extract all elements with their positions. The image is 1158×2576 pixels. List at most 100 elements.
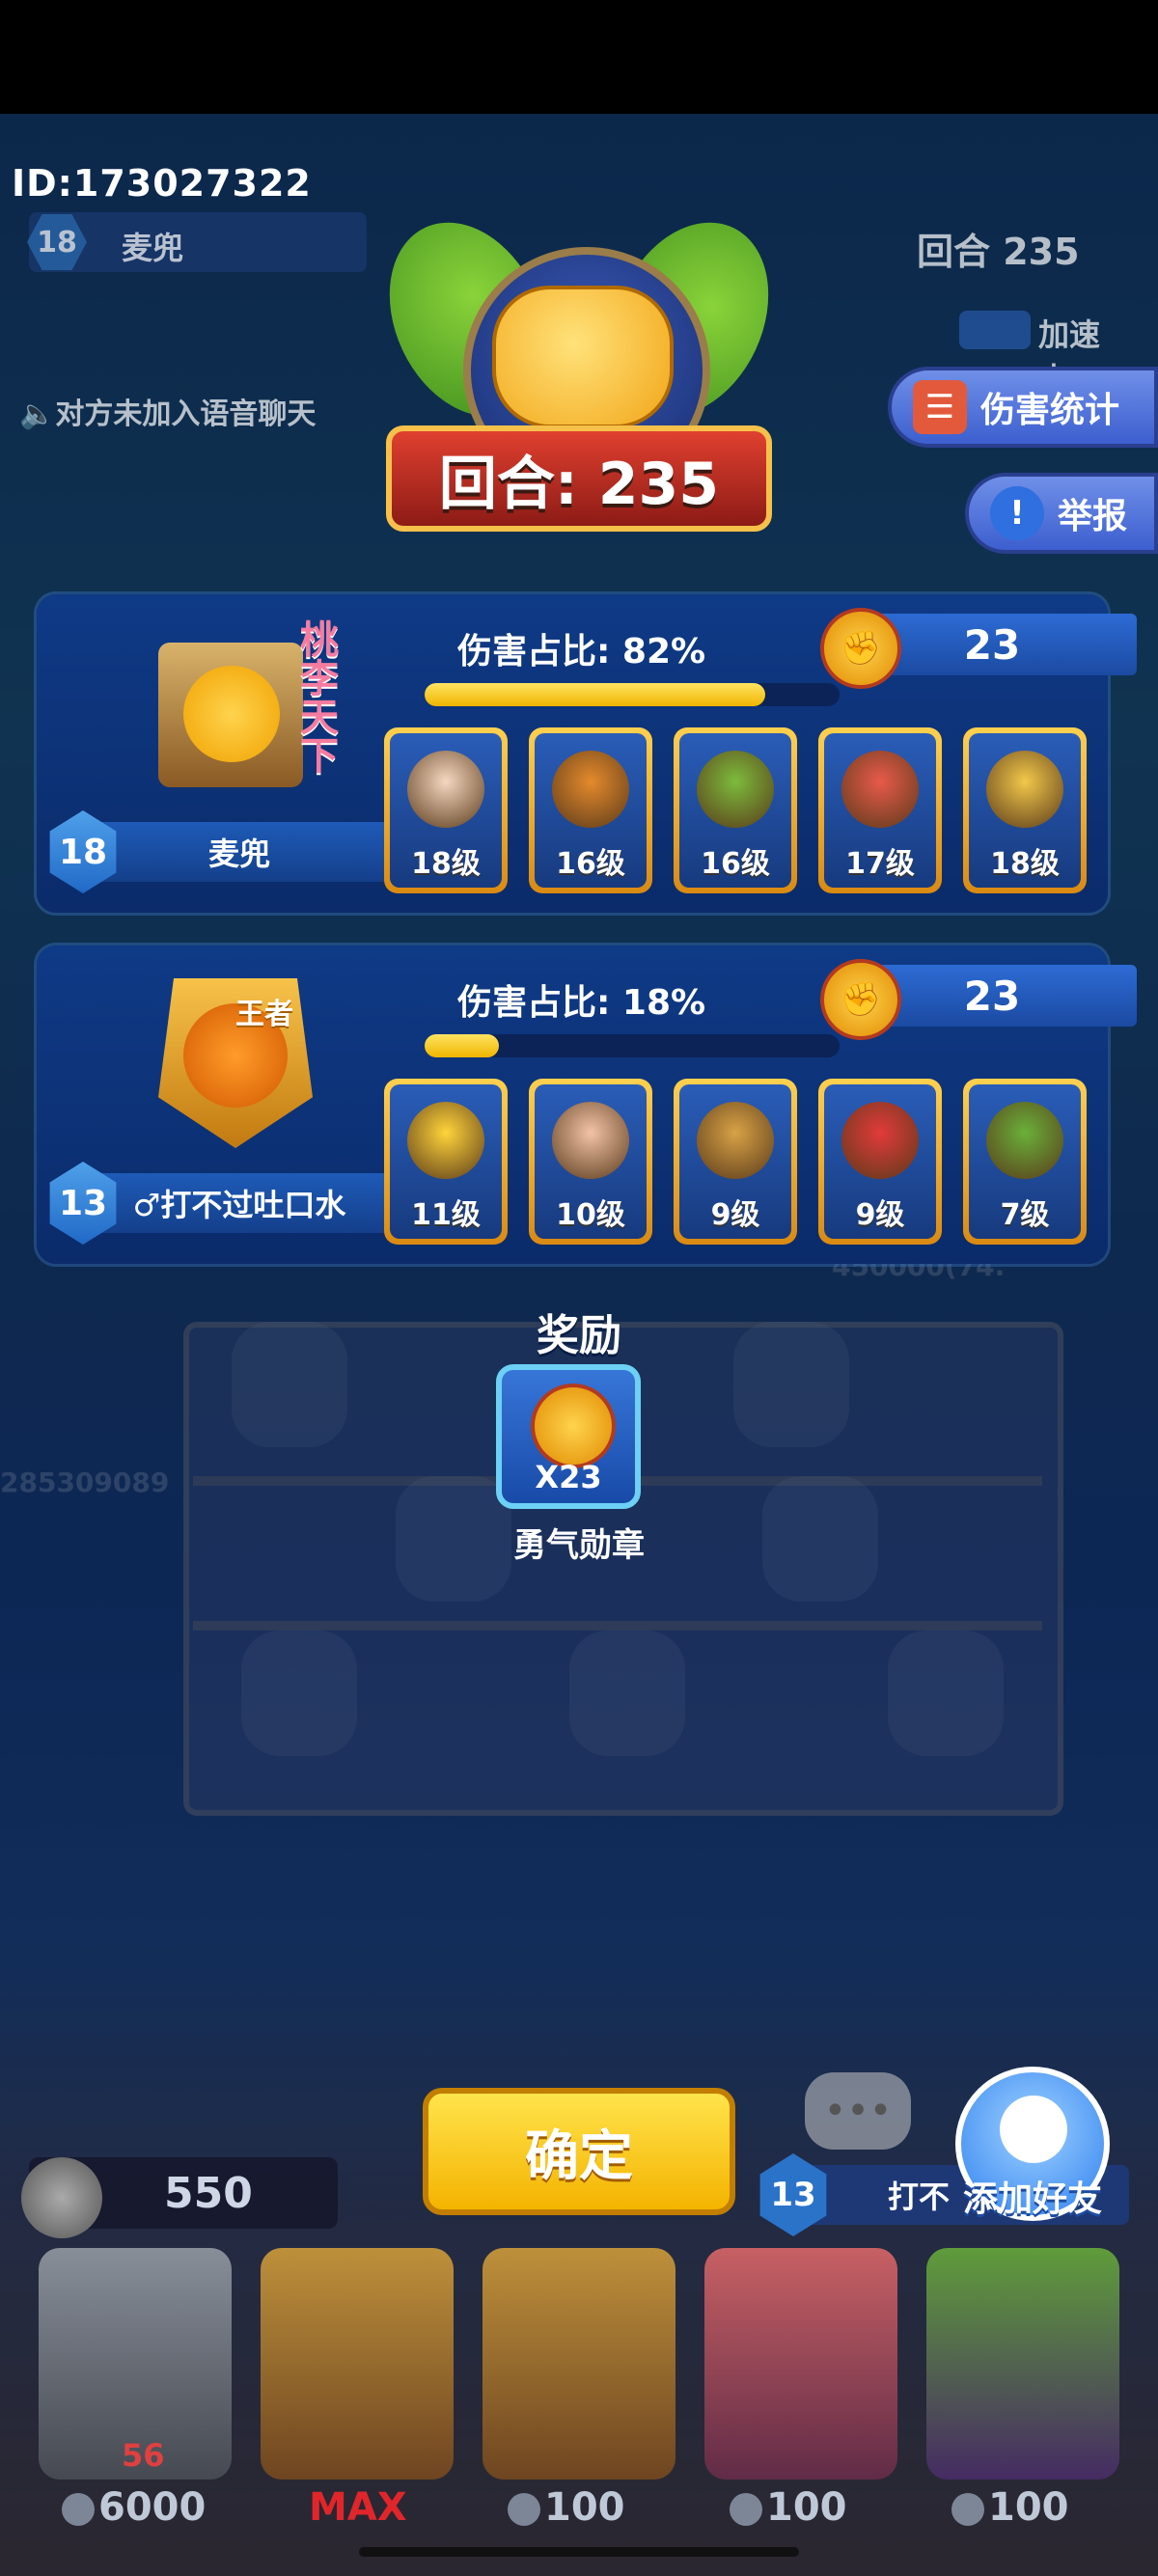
player-name-2: ♂打不过吐口水 bbox=[132, 1187, 346, 1223]
hero-card[interactable]: 9级 bbox=[818, 1079, 942, 1245]
damage-bar-fill-1 bbox=[425, 683, 765, 706]
player-avatar-1[interactable]: 桃李天下 bbox=[120, 614, 351, 816]
fast-forward-icon bbox=[959, 311, 1031, 349]
add-friend-label: 添加好友 bbox=[962, 2179, 1102, 2219]
medal-count-1: 23 bbox=[963, 620, 1021, 669]
crown-coin-icon bbox=[62, 2493, 95, 2526]
hero-card[interactable]: 11级 bbox=[384, 1079, 508, 1245]
hero-portrait: 16级 bbox=[679, 733, 791, 888]
unit-card[interactable] bbox=[704, 2248, 897, 2480]
hero-card[interactable]: 9级 bbox=[674, 1079, 797, 1245]
player-name-bar-2: ♂打不过吐口水 bbox=[66, 1173, 413, 1233]
status-bar-area bbox=[0, 0, 1158, 114]
courage-medal-icon: ✊ bbox=[820, 959, 901, 1040]
player-id: ID:173027322 bbox=[12, 162, 312, 205]
hero-portrait: 16级 bbox=[535, 733, 647, 888]
home-indicator[interactable] bbox=[359, 2547, 799, 2557]
courage-medal-icon: ✊ bbox=[820, 608, 901, 689]
chat-icon[interactable]: ••• bbox=[805, 2072, 911, 2150]
hero-level: 18级 bbox=[411, 847, 481, 881]
player-panel-2: 王者 ♂打不过吐口水 13 伤害占比: 18% 23 ✊ 11级 10级 9级 9级 7… bbox=[37, 945, 1137, 1264]
player-name-1: 麦兜 bbox=[207, 836, 270, 872]
stats-list-icon: ☰ bbox=[913, 380, 967, 434]
player-name-bar-1: 麦兜 bbox=[66, 822, 413, 882]
avatar-face bbox=[183, 666, 280, 762]
unit-max-label: MAX bbox=[309, 2485, 407, 2530]
hero-card[interactable]: 17级 bbox=[818, 727, 942, 893]
unit-price-value: 100 bbox=[544, 2485, 625, 2530]
damage-ratio-1: 伤害占比: 82% bbox=[457, 632, 706, 671]
hero-card[interactable]: 7级 bbox=[963, 1079, 1087, 1245]
unit-card-level: 56 bbox=[122, 2437, 165, 2474]
hero-face-icon bbox=[986, 1102, 1063, 1179]
damage-stats-button[interactable]: ☰ 伤害统计 bbox=[888, 367, 1158, 448]
hero-card[interactable]: 10级 bbox=[529, 1079, 652, 1245]
unit-price: 6000 bbox=[62, 2485, 206, 2530]
hero-card[interactable]: 16级 bbox=[674, 727, 797, 893]
hero-level: 11级 bbox=[411, 1198, 481, 1232]
courage-medal-icon bbox=[531, 1384, 616, 1468]
medal-count-2: 23 bbox=[963, 972, 1021, 1020]
reward-count: X23 bbox=[535, 1459, 602, 1495]
hero-face-icon bbox=[552, 751, 629, 828]
avatar-rank-text: 王者 bbox=[235, 998, 293, 1031]
hero-portrait: 18级 bbox=[969, 733, 1081, 888]
round-ribbon: 回合: 235 bbox=[386, 425, 772, 532]
hero-portrait: 18级 bbox=[390, 733, 502, 888]
reward-item[interactable]: X23 bbox=[496, 1364, 641, 1509]
coin-amount: 550 bbox=[164, 2169, 253, 2218]
round-banner-text: 回合: 235 bbox=[438, 450, 720, 518]
voice-notice-text: 对方未加入语音聊天 bbox=[55, 397, 317, 431]
report-label: 举报 bbox=[1058, 497, 1128, 536]
hero-face-icon bbox=[986, 751, 1063, 828]
unit-price-value: 100 bbox=[988, 2485, 1069, 2530]
hero-portrait: 9级 bbox=[824, 1084, 936, 1239]
unit-card[interactable] bbox=[482, 2248, 676, 2480]
hero-level: 9级 bbox=[710, 1198, 760, 1232]
shield-alert-icon: ! bbox=[990, 486, 1044, 540]
hero-level: 16级 bbox=[701, 847, 770, 881]
hero-face-icon bbox=[841, 751, 919, 828]
unit-price: 100 bbox=[951, 2485, 1069, 2530]
damage-bar-2 bbox=[425, 1034, 840, 1057]
hero-portrait: 11级 bbox=[390, 1084, 502, 1239]
damage-stats-label: 伤害统计 bbox=[980, 391, 1120, 430]
hero-portrait: 7级 bbox=[969, 1084, 1081, 1239]
unit-price: 100 bbox=[508, 2485, 625, 2530]
opponent-name-bottom: 打不 bbox=[888, 2179, 951, 2215]
hero-face-icon bbox=[697, 751, 774, 828]
unit-price-value: 100 bbox=[766, 2485, 847, 2530]
damage-ratio-2: 伤害占比: 18% bbox=[457, 983, 706, 1023]
voice-notice: 🔈对方未加入语音聊天 bbox=[19, 397, 317, 431]
opponent-name: 麦兜 bbox=[122, 230, 184, 266]
hero-face-icon bbox=[552, 1102, 629, 1179]
crown-coin-icon bbox=[951, 2493, 984, 2526]
hero-level: 10级 bbox=[556, 1198, 625, 1232]
reward-name: 勇气勋章 bbox=[513, 1526, 645, 1565]
hero-card[interactable]: 18级 bbox=[384, 727, 508, 893]
reward-title: 奖励 bbox=[537, 1311, 621, 1360]
hero-level: 7级 bbox=[1000, 1198, 1050, 1232]
hero-level: 9级 bbox=[855, 1198, 905, 1232]
confirm-label: 确定 bbox=[525, 2124, 633, 2188]
unit-card[interactable] bbox=[261, 2248, 454, 2480]
unit-card[interactable] bbox=[926, 2248, 1119, 2480]
unit-price: 100 bbox=[730, 2485, 847, 2530]
hero-face-icon bbox=[841, 1102, 919, 1179]
hero-level: 16级 bbox=[556, 847, 625, 881]
hero-portrait: 9级 bbox=[679, 1084, 791, 1239]
confirm-button[interactable]: 确定 bbox=[423, 2088, 735, 2215]
handshake-icon bbox=[492, 286, 674, 428]
hero-card[interactable]: 16级 bbox=[529, 727, 652, 893]
hero-level: 17级 bbox=[845, 847, 915, 881]
crown-coin-icon bbox=[730, 2493, 762, 2526]
hero-face-icon bbox=[407, 751, 484, 828]
report-button[interactable]: ! 举报 bbox=[965, 473, 1158, 554]
round-result-emblem: 回合: 235 bbox=[359, 197, 799, 575]
hero-face-icon bbox=[407, 1102, 484, 1179]
crown-coin-icon bbox=[21, 2157, 102, 2238]
hero-portrait: 10级 bbox=[535, 1084, 647, 1239]
unit-price-value: 6000 bbox=[98, 2485, 207, 2530]
hero-card[interactable]: 18级 bbox=[963, 727, 1087, 893]
player-avatar-2[interactable]: 王者 bbox=[120, 945, 351, 1148]
